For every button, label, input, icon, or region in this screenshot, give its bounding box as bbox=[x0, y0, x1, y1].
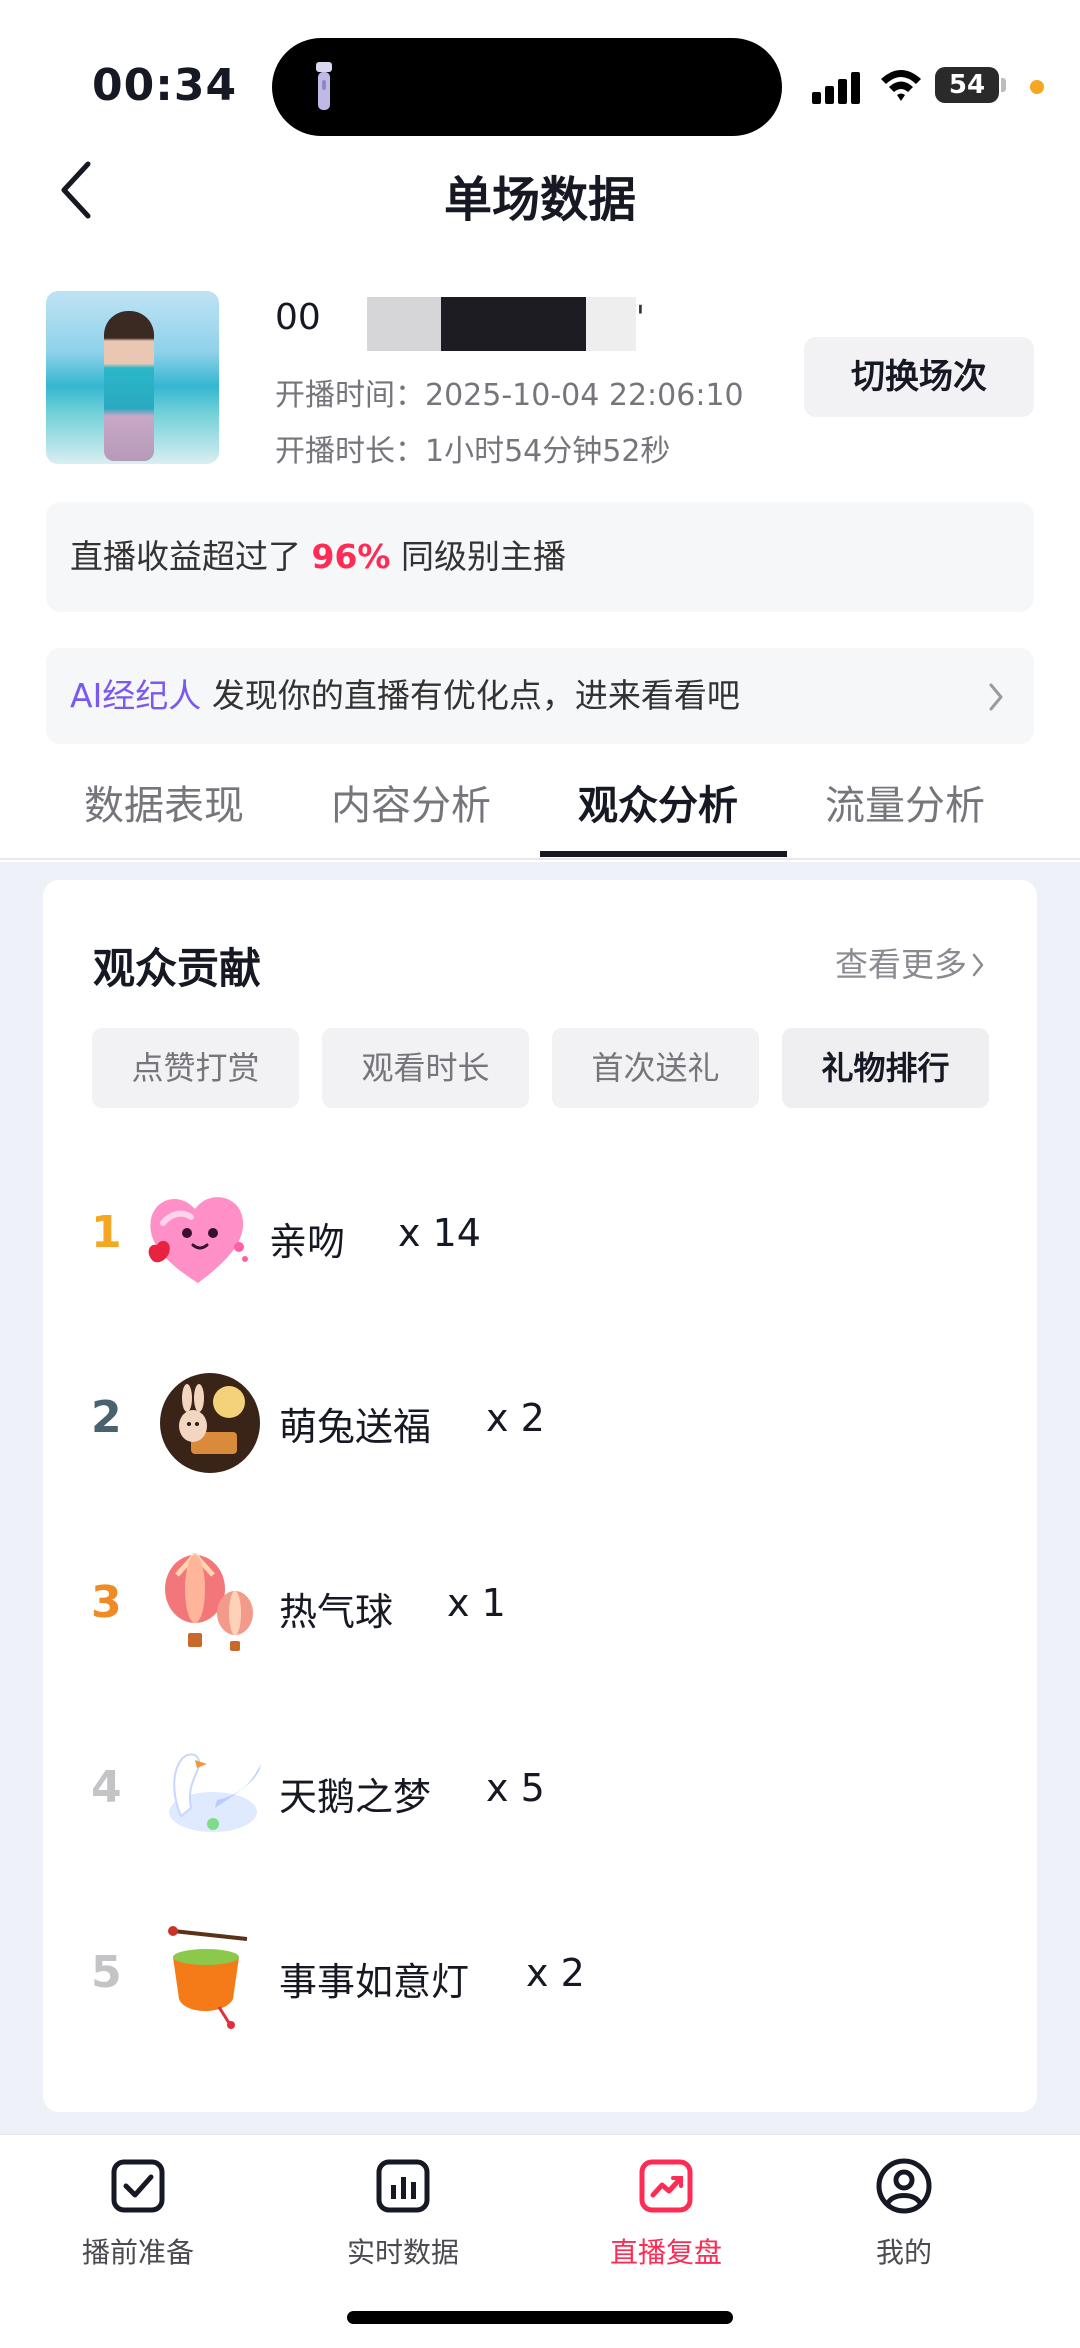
earnings-prefix: 直播收益超过了 bbox=[70, 537, 301, 576]
gift-name: 热气球 bbox=[279, 1590, 394, 1634]
earnings-percent: 96% bbox=[311, 537, 391, 576]
active-tab-indicator bbox=[540, 851, 787, 857]
redaction-block bbox=[367, 297, 441, 351]
status-time: 00:34 bbox=[92, 60, 238, 111]
bottom-nav-label: 我的 bbox=[875, 2236, 932, 2269]
bottom-nav-prep[interactable]: 播前准备 bbox=[38, 2155, 238, 2305]
gift-name: 天鹅之梦 bbox=[279, 1775, 432, 1819]
redaction-block bbox=[586, 297, 636, 351]
switch-session-button[interactable]: 切换场次 bbox=[804, 337, 1034, 417]
lantern-icon bbox=[168, 1926, 248, 2029]
tab-content-analysis[interactable]: 内容分析 bbox=[331, 773, 491, 831]
stream-duration: 开播时长：1小时54分钟52秒 bbox=[275, 434, 671, 469]
gift-rank-row: 1 亲吻 x 14 bbox=[43, 1165, 1037, 1305]
tab-data-performance[interactable]: 数据表现 bbox=[84, 773, 244, 831]
streamer-avatar bbox=[46, 291, 219, 464]
bottom-nav-mine[interactable]: 我的 bbox=[804, 2155, 1004, 2305]
kiss-heart-icon bbox=[148, 1197, 248, 1283]
see-more-link[interactable]: 查看更多 bbox=[835, 938, 985, 986]
home-indicator bbox=[347, 2311, 733, 2324]
bottom-nav-review[interactable]: 直播复盘 bbox=[566, 2155, 766, 2305]
profile-icon bbox=[876, 2158, 932, 2214]
dynamic-island bbox=[272, 38, 782, 136]
chip-first-gift[interactable]: 首次送礼 bbox=[552, 1028, 759, 1108]
gift-rank-row: 2 萌兔送福 x 2 bbox=[43, 1350, 1037, 1490]
tab-audience-analysis[interactable]: 观众分析 bbox=[578, 773, 738, 831]
battery-tip bbox=[1001, 78, 1006, 92]
hot-air-balloon-icon bbox=[165, 1553, 253, 1651]
card-title: 观众贡献 bbox=[93, 944, 262, 993]
audience-contribution-card: 观众贡献 查看更多 点赞打赏 观看时长 首次送礼 礼物排行 1 亲吻 x 1 4 … bbox=[43, 880, 1037, 2112]
gift-rank-row: 5 事事如意灯 x 2 bbox=[43, 1905, 1037, 2045]
gift-count: x 14 bbox=[398, 1211, 481, 1255]
streamer-name-tail: ' bbox=[636, 298, 645, 336]
privacy-indicator-dot bbox=[1030, 80, 1044, 94]
cellular-signal-icon bbox=[812, 70, 864, 104]
ai-agent-banner[interactable]: AI经纪人 发现你的直播有优化点，进来看看吧 bbox=[46, 648, 1034, 744]
gift-name: 事事如意灯 bbox=[279, 1960, 470, 2004]
bottom-nav-realtime[interactable]: 实时数据 bbox=[303, 2155, 503, 2305]
chip-watch-time[interactable]: 观看时长 bbox=[322, 1028, 529, 1108]
wifi-icon bbox=[881, 70, 921, 101]
gift-rank-row: 3 热气球 x 1 bbox=[43, 1535, 1037, 1675]
gift-name: 萌兔送福 bbox=[279, 1405, 432, 1449]
nav-bar: 单场数据 bbox=[0, 150, 1080, 230]
gift-name: 亲吻 bbox=[269, 1220, 346, 1264]
ai-agent-tag: AI经纪人 bbox=[70, 676, 202, 715]
checkbox-icon bbox=[111, 2159, 165, 2213]
chevron-right-icon bbox=[989, 683, 1003, 711]
gift-count: x 5 bbox=[486, 1766, 545, 1810]
rank-number: 5 bbox=[91, 1947, 122, 1998]
chevron-right-icon bbox=[972, 953, 984, 977]
chip-likes-tips[interactable]: 点赞打赏 bbox=[92, 1028, 299, 1108]
gift-count: x 2 bbox=[486, 1396, 545, 1440]
stream-start-time: 开播时间：2025-10-04 22:06:10 bbox=[275, 378, 744, 413]
bottom-nav-label: 直播复盘 bbox=[609, 2236, 722, 2269]
gift-count: x 1 bbox=[447, 1581, 506, 1625]
swan-icon bbox=[169, 1753, 261, 1832]
bar-chart-icon bbox=[376, 2159, 430, 2213]
trend-chart-icon bbox=[639, 2159, 693, 2213]
battery-level: 54 bbox=[935, 67, 999, 103]
earnings-banner: 直播收益超过了 96% 同级别主播 bbox=[46, 502, 1034, 612]
page-title: 单场数据 bbox=[443, 172, 636, 228]
ai-agent-text: 发现你的直播有优化点，进来看看吧 bbox=[211, 676, 740, 715]
tab-traffic-analysis[interactable]: 流量分析 bbox=[825, 773, 985, 831]
bottom-nav-label: 播前准备 bbox=[81, 2236, 194, 2269]
flashlight-icon bbox=[316, 62, 332, 110]
streamer-name: 00 bbox=[275, 297, 321, 338]
see-more-label: 查看更多 bbox=[835, 945, 967, 984]
gift-rank-row: 4 天鹅之梦 x 5 bbox=[43, 1720, 1037, 1860]
rank-number: 2 bbox=[91, 1392, 122, 1443]
rank-number: 1 bbox=[91, 1207, 122, 1258]
rabbit-moon-icon bbox=[160, 1373, 260, 1473]
bottom-nav-label: 实时数据 bbox=[346, 2236, 459, 2269]
chip-gift-ranking[interactable]: 礼物排行 bbox=[782, 1028, 989, 1108]
status-bar: 00:34 54 bbox=[0, 0, 1080, 140]
rank-number: 4 bbox=[91, 1762, 122, 1813]
earnings-suffix: 同级别主播 bbox=[401, 537, 566, 576]
gift-count: x 2 bbox=[526, 1951, 585, 1995]
analysis-tabs: 数据表现 内容分析 观众分析 流量分析 bbox=[0, 765, 1080, 860]
redaction-block bbox=[441, 297, 586, 351]
rank-number: 3 bbox=[91, 1577, 122, 1628]
